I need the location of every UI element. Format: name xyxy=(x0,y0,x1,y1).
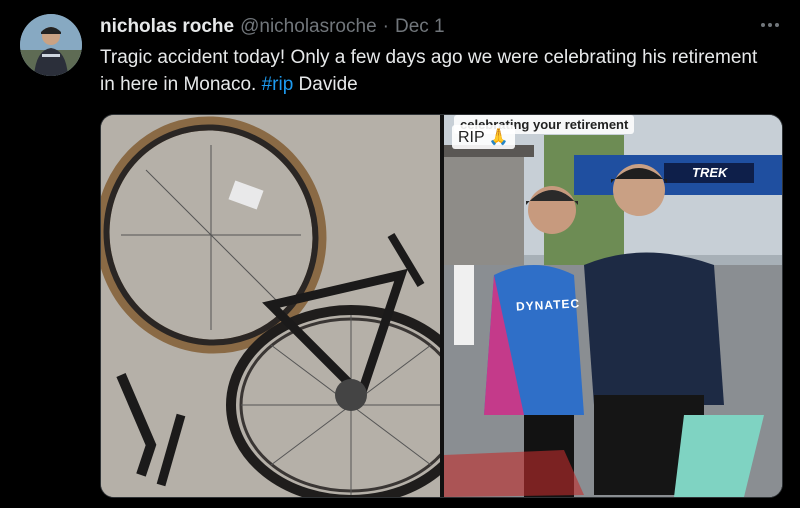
separator-dot: · xyxy=(382,16,389,37)
photo-crashed-bike[interactable] xyxy=(101,115,440,497)
riders-image xyxy=(444,115,782,497)
user-handle[interactable]: @nicholasroche xyxy=(240,16,377,38)
crashed-bike-image xyxy=(101,115,440,497)
more-horizontal-icon[interactable] xyxy=(756,14,784,36)
display-name[interactable]: nicholas roche xyxy=(100,16,234,38)
tweet-text-end: Davide xyxy=(293,74,358,95)
avatar-image xyxy=(20,14,82,76)
photo-riders[interactable]: celebrating your retirement RIP 🙏 DYNATE… xyxy=(444,115,782,497)
tweet[interactable]: nicholas roche @nicholasroche · Dec 1 Tr… xyxy=(0,0,800,508)
media-grid: celebrating your retirement RIP 🙏 DYNATE… xyxy=(100,114,783,498)
tweet-text-main: Tragic accident today! Only a few days a… xyxy=(100,47,758,95)
banner-text: TREK xyxy=(692,165,728,180)
tweet-header: nicholas roche @nicholasroche · Dec 1 xyxy=(100,16,445,40)
rip-label: RIP 🙏 xyxy=(452,125,515,149)
avatar[interactable] xyxy=(20,14,82,76)
hashtag-link[interactable]: #rip xyxy=(262,74,294,95)
tweet-text: Tragic accident today! Only a few days a… xyxy=(100,44,760,98)
tweet-date[interactable]: Dec 1 xyxy=(395,16,445,38)
